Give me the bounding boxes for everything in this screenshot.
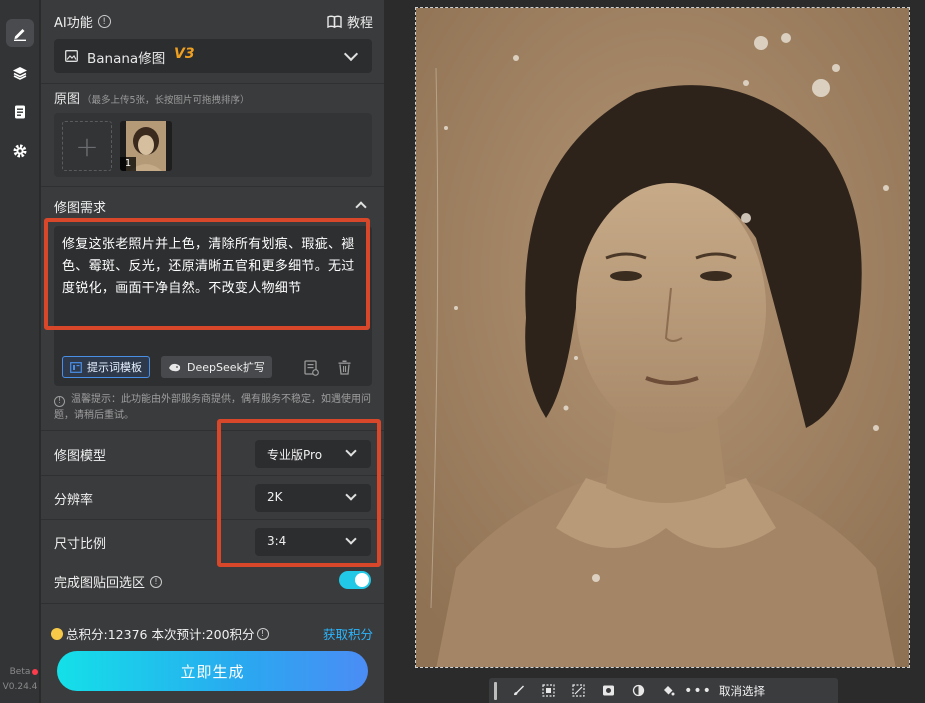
fill-icon[interactable]: [653, 678, 683, 703]
app-window: Beta V0.24.4 AI功能 ! 教程 Banana修图 V3 原图 （最…: [0, 0, 925, 703]
info-icon[interactable]: !: [150, 575, 163, 588]
model-label: 修图模型: [54, 449, 107, 464]
canvas-toolbar: ••• 取消选择: [489, 678, 838, 703]
panel-title: AI功能: [54, 16, 93, 31]
deepseek-label: DeepSeek扩写: [187, 361, 265, 374]
select-subject-icon[interactable]: [533, 678, 563, 703]
template-icon: [70, 361, 82, 373]
select-region-icon[interactable]: [563, 678, 593, 703]
version-label: V0.24.4: [2, 682, 38, 692]
mask-icon[interactable]: [593, 678, 623, 703]
brush-icon[interactable]: [503, 678, 533, 703]
deepseek-expand-button[interactable]: DeepSeek扩写: [161, 356, 272, 378]
add-image-button[interactable]: +: [62, 121, 112, 171]
book-icon: [327, 15, 342, 28]
info-icon[interactable]: !: [256, 627, 269, 640]
divider: [41, 83, 384, 84]
gear-icon[interactable]: [6, 137, 34, 165]
edit-icon[interactable]: [6, 19, 34, 47]
paste-back-row: 完成图贴回选区 !: [54, 572, 163, 591]
highlight-box: [44, 218, 370, 330]
tutorial-label: 教程: [347, 16, 374, 31]
requirement-title: 修图需求: [54, 201, 107, 216]
original-section-header: 原图 （最多上传5张，长按图片可拖拽排序）: [54, 88, 250, 107]
version-badge: V3: [174, 46, 195, 62]
notebook-icon[interactable]: [6, 98, 34, 126]
ai-panel: AI功能 ! 教程 Banana修图 V3 原图 （最多上传5张，长按图片可拖拽…: [41, 0, 384, 703]
get-points-link[interactable]: 获取积分: [323, 624, 373, 643]
more-icon[interactable]: •••: [683, 678, 713, 703]
info-icon[interactable]: !: [97, 15, 111, 28]
contrast-icon[interactable]: [623, 678, 653, 703]
trash-icon[interactable]: [338, 360, 351, 379]
points-summary: 总积分:12376 本次预计:200积分 !: [51, 624, 269, 643]
original-title: 原图: [54, 92, 81, 107]
panel-header: AI功能 !: [54, 12, 111, 31]
thumbnail-order-number: 1: [120, 157, 136, 171]
image-thumbnail[interactable]: 1: [120, 121, 172, 171]
original-image-list: + 1: [54, 113, 372, 177]
chevron-down-icon: [343, 46, 359, 62]
original-hint: （最多上传5张，长按图片可拖拽排序）: [82, 95, 250, 106]
plus-icon: +: [75, 129, 99, 163]
ratio-label: 尺寸比例: [54, 537, 107, 552]
ai-model-dropdown[interactable]: Banana修图 V3: [54, 39, 372, 73]
info-icon: !: [54, 395, 65, 407]
cancel-selection-button[interactable]: 取消选择: [719, 683, 765, 699]
paste-back-label: 完成图贴回选区: [54, 576, 146, 591]
highlight-box: [217, 419, 381, 567]
divider: [41, 603, 384, 604]
photo-canvas[interactable]: [415, 7, 910, 668]
tip-text: 温馨提示：此功能由外部服务商提供，偶有服务不稳定，如遇使用问题，请稍后重试。: [54, 394, 371, 421]
deepseek-whale-icon: [169, 363, 181, 371]
beta-badge-dot: [32, 669, 38, 675]
toolbar-grip[interactable]: [494, 681, 497, 700]
image-edit-icon: [65, 50, 78, 62]
canvas-area: ••• 取消选择: [384, 0, 925, 703]
ai-model-name: Banana修图: [87, 51, 166, 67]
generate-button[interactable]: 立即生成: [57, 651, 368, 691]
history-icon[interactable]: [304, 360, 319, 380]
coin-icon: [51, 627, 63, 640]
points-text: 总积分:12376 本次预计:200积分: [66, 627, 255, 642]
paste-back-toggle[interactable]: [339, 571, 371, 589]
tutorial-link[interactable]: 教程: [327, 12, 373, 31]
old-portrait-photo: [416, 8, 909, 667]
tool-rail: Beta V0.24.4: [0, 0, 40, 703]
resolution-label: 分辨率: [54, 493, 94, 508]
template-label: 提示词模板: [87, 361, 142, 374]
toggle-knob: [355, 573, 369, 587]
prompt-template-button[interactable]: 提示词模板: [62, 356, 150, 378]
divider: [41, 186, 384, 187]
layers-icon[interactable]: [6, 59, 34, 87]
chevron-up-icon[interactable]: [355, 201, 367, 213]
